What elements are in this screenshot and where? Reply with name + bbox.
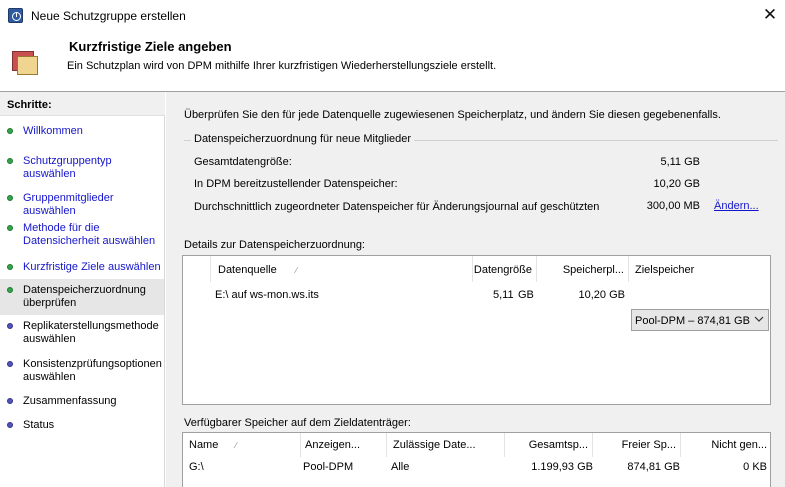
cell-datasource: E:\ auf ws-mon.ws.its [215,289,319,301]
cell-display: Pool-DPM [303,461,354,473]
step-consistency-check[interactable]: Konsistenzprüfungsoptionen auswählen [0,356,164,386]
column-label: Freier Sp... [621,439,676,451]
table-header: Datenquelle ⁄ Datengröße Speicherpl... Z… [183,256,770,282]
total-data-size-value: 5,11 GB [660,156,700,168]
dpm-storage-label: In DPM bereitzustellender Datenspeicher: [194,178,398,190]
sort-ascending-icon: ⁄ [235,441,237,450]
close-icon[interactable]: ✕ [759,4,781,26]
total-data-size-label: Gesamtdatengröße: [194,156,292,168]
available-storage-title: Verfügbarer Speicher auf dem Zieldatentr… [184,417,411,429]
step-done-icon [7,264,13,270]
step-short-term-goals[interactable]: Kurzfristige Ziele auswählen [0,258,164,280]
step-label: Kurzfristige Ziele auswählen [23,261,161,273]
chevron-down-icon [754,316,764,322]
column-header-target[interactable]: Zielspeicher [629,256,771,282]
step-pending-icon [7,398,13,404]
step-group-type[interactable]: Schutzgruppentyp auswählen [0,152,164,180]
column-label: Zielspeicher [635,264,695,276]
step-label: Gruppenmitglieder auswählen [23,192,114,217]
step-done-icon [7,158,13,164]
column-header-free[interactable]: Freier Sp... [593,433,681,457]
step-pending-icon [7,361,13,367]
column-header-display[interactable]: Anzeigen... [301,433,387,457]
step-label: Methode für die Datensicherheit auswähle… [23,222,156,247]
step-welcome[interactable]: Willkommen [0,122,164,144]
wizard-header: Kurzfristige Ziele angeben Ein Schutzpla… [0,31,785,92]
window-title: Neue Schutzgruppe erstellen [31,9,186,23]
column-header-datasource[interactable]: Datenquelle ⁄ [211,256,473,282]
step-label: Konsistenzprüfungsoptionen auswählen [23,358,162,383]
dpm-storage-value: 10,20 GB [653,178,700,190]
app-clock-icon [8,8,23,23]
column-header-unused[interactable]: Nicht gen... [681,433,769,457]
step-replica-method[interactable]: Replikaterstellungsmethode auswählen [0,318,164,348]
step-protection-method[interactable]: Methode für die Datensicherheit auswähle… [0,219,164,251]
cell-free: 874,81 GB [627,461,680,473]
step-done-icon [7,195,13,201]
column-header-allowed[interactable]: Zulässige Date... [387,433,505,457]
steps-title: Schritte: [0,92,165,116]
allocation-group-title: Datenspeicherzuordnung für neue Mitglied… [191,133,415,145]
cell-allowed: Alle [391,461,410,473]
column-header-select[interactable] [183,256,211,282]
available-storage-table: Name ⁄ Anzeigen... Zulässige Date... Ges… [182,432,771,487]
column-header-storage[interactable]: Speicherpl... [537,256,629,282]
column-label: Gesamtsp... [528,439,588,451]
step-storage-allocation[interactable]: Datenspeicherzuordnung überprüfen [0,279,164,315]
column-label: Zulässige Date... [393,439,476,451]
cell-storage: 10,20 GB [578,289,625,301]
steps-panel: Schritte: Willkommen Schutzgruppentyp au… [0,92,165,487]
change-link[interactable]: Ändern... [714,200,759,212]
cell-name: G:\ [189,461,204,473]
table-header: Name ⁄ Anzeigen... Zulässige Date... Ges… [183,433,770,457]
column-label: Datenquelle [218,264,277,276]
column-header-datasize[interactable]: Datengröße [473,256,537,282]
step-summary[interactable]: Zusammenfassung [0,393,164,413]
allocation-group: Datenspeicherzuordnung für neue Mitglied… [184,133,778,223]
cell-datasize-unit: GB [518,289,534,301]
storage-details-table: Datenquelle ⁄ Datengröße Speicherpl... Z… [182,255,771,405]
table-row[interactable]: E:\ auf ws-mon.ws.its 5,11 GB 10,20 GB P… [183,282,770,331]
cell-unused: 0 KB [743,461,767,473]
protection-group-icon [12,51,38,75]
column-label: Speicherpl... [562,264,624,276]
sort-ascending-icon: ⁄ [295,266,298,275]
title-bar: Neue Schutzgruppe erstellen ✕ [0,0,785,31]
step-label: Schutzgruppentyp auswählen [23,155,112,180]
table-row[interactable]: G:\ Pool-DPM Alle 1.199,93 GB 874,81 GB … [183,457,770,477]
page-subtitle: Ein Schutzplan wird von DPM mithilfe Ihr… [67,60,497,72]
cell-total: 1.199,93 GB [531,461,593,473]
step-label: Willkommen [23,125,83,137]
main-panel: Überprüfen Sie den für jede Datenquelle … [166,92,785,487]
cell-datasize: 5,11 [493,289,514,301]
change-journal-label: Durchschnittlich zugeordneter Datenspeic… [194,201,600,213]
step-group-members[interactable]: Gruppenmitglieder auswählen [0,189,164,217]
step-done-icon [7,225,13,231]
step-label: Datenspeicherzuordnung überprüfen [23,284,146,309]
column-label: Anzeigen... [305,439,361,451]
step-done-icon [7,287,13,293]
step-pending-icon [7,323,13,329]
step-label: Replikaterstellungsmethode auswählen [23,320,159,345]
step-label: Zusammenfassung [23,395,117,407]
column-header-total[interactable]: Gesamtsp... [505,433,593,457]
target-storage-select[interactable]: Pool-DPM – 874,81 GB [631,309,769,331]
step-label: Status [23,419,55,431]
column-label: Datengröße [473,264,532,276]
details-title: Details zur Datenspeicherzuordnung: [184,239,365,251]
intro-text: Überprüfen Sie den für jede Datenquelle … [184,109,721,121]
change-journal-value: 300,00 MB [646,200,700,212]
target-storage-value: Pool-DPM – 874,81 GB [635,315,750,327]
step-status[interactable]: Status [0,417,164,437]
column-header-name[interactable]: Name ⁄ [183,433,301,457]
column-label: Nicht gen... [711,439,767,451]
step-done-icon [7,128,13,134]
column-label: Name [189,439,219,451]
step-pending-icon [7,422,13,428]
page-title: Kurzfristige Ziele angeben [69,39,232,54]
